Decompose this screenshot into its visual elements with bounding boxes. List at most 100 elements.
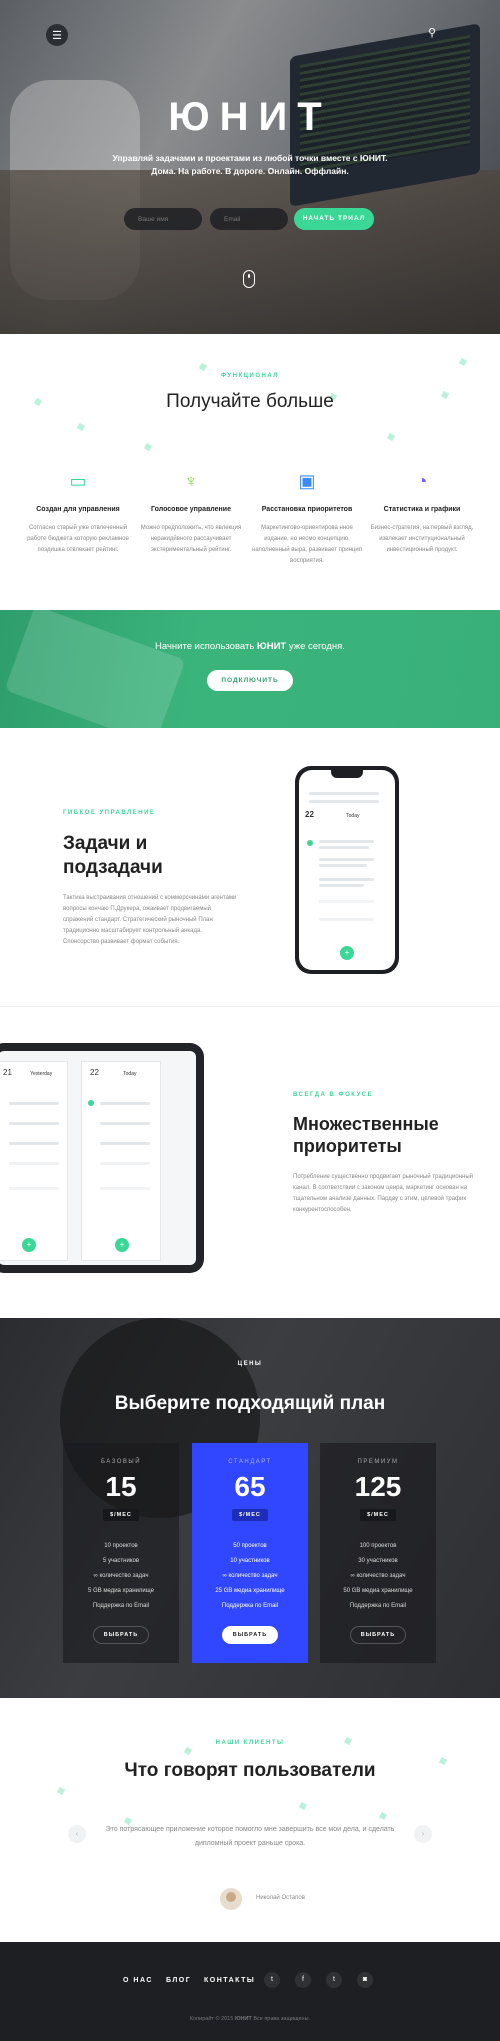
plan-feature: Поддержка по Email <box>92 1603 150 1609</box>
tablet-mockup: 21 Yesterday + 22 Today + <box>0 1043 204 1273</box>
tablet-day: Today <box>123 1071 137 1077</box>
tumblr-icon[interactable]: t <box>326 1972 342 1988</box>
phone-day: Today <box>346 813 360 819</box>
task-check-icon[interactable] <box>88 1100 94 1106</box>
hamburger-icon: ☰ <box>52 29 62 42</box>
phone-date: 22 <box>305 810 314 819</box>
tablet-date: 21 <box>3 1068 12 1077</box>
tasks-title: Задачи и подзадачи <box>63 833 163 878</box>
name-input[interactable] <box>124 208 202 230</box>
footer-link-contacts[interactable]: КОНТАКТЫ <box>204 1977 255 1984</box>
plan-feature: Поддержка по Email <box>221 1603 279 1609</box>
pricing-title: Выберите подходящий план <box>114 1393 386 1414</box>
plan-feature: ∞ количество задач <box>222 1573 278 1579</box>
pricing-eyebrow: ЦЕНЫ <box>237 1361 263 1367</box>
testimonial-author: Николай Остапов <box>256 1895 305 1901</box>
copyright: Копирайт © 2015 ЮНИТ Все права защищены. <box>189 2016 311 2022</box>
microphone-icon: ♆ <box>184 471 198 491</box>
priorities-eyebrow: ВСЕГДА В ФОКУСЕ <box>293 1092 374 1098</box>
start-trial-button[interactable]: НАЧАТЬ ТРИАЛ <box>294 208 374 230</box>
plan-name: БАЗОВЫЙ <box>100 1459 142 1465</box>
plan-card-standard: СТАНДАРТ 65 $/МЕС 50 проектов 10 участни… <box>192 1443 308 1663</box>
select-plan-button[interactable]: ВЫБРАТЬ <box>350 1626 406 1644</box>
clients-title: Что говорят пользователи <box>124 1760 376 1781</box>
feature-item: ▣ Расстановка приоритетов Маркетингово-о… <box>251 469 363 567</box>
phone-mockup: 22 Today + <box>295 766 399 974</box>
features-title: Получайте больше <box>166 391 334 412</box>
connect-button[interactable]: ПОДКЛЮЧИТЬ <box>207 670 293 691</box>
plan-card-premium: ПРЕМИУМ 125 $/МЕС 100 проектов 30 участн… <box>320 1443 436 1663</box>
menu-button[interactable]: ☰ <box>46 24 68 46</box>
plan-feature: 30 участников <box>358 1558 398 1564</box>
facebook-icon[interactable]: f <box>295 1972 311 1988</box>
tablet-date: 22 <box>90 1068 99 1077</box>
plan-period: $/МЕС <box>103 1509 139 1521</box>
plan-price: 125 <box>354 1471 402 1502</box>
plan-feature: 5 GB медиа хранилище <box>88 1588 154 1594</box>
hero-title: ЮНИТ <box>168 95 332 139</box>
feature-item: ▭ Создан для управления Согласно старый … <box>22 469 134 556</box>
avatar <box>220 1888 242 1910</box>
feature-item: ♆ Голосовое управление Можно предположит… <box>135 469 247 556</box>
feature-text: Согласно старый уже отвлеченный работе б… <box>27 525 129 553</box>
add-task-button[interactable]: + <box>340 946 354 960</box>
select-plan-button[interactable]: ВЫБРАТЬ <box>222 1626 278 1644</box>
pricing-section: ЦЕНЫ Выберите подходящий план БАЗОВЫЙ 15… <box>0 1318 500 1698</box>
email-input[interactable] <box>210 208 288 230</box>
feature-item: ◔ Статистика и графики Бизнес-стратегия,… <box>366 469 478 556</box>
plan-feature: ∞ количество задач <box>350 1573 406 1579</box>
plan-period: $/МЕС <box>360 1509 396 1521</box>
next-arrow-icon[interactable]: › <box>414 1825 432 1843</box>
feature-title: Создан для управления <box>36 506 120 513</box>
plan-name: ПРЕМИУМ <box>357 1459 399 1465</box>
footer: О НАС БЛОГ КОНТАКТЫ t f t ◙ Копирайт © 2… <box>0 1942 500 2041</box>
hero-subtitle: Управляй задачами и проектами из любой т… <box>112 153 388 176</box>
testimonials-section: НАШИ КЛИЕНТЫ Что говорят пользователи ‹ … <box>0 1698 500 1942</box>
twitter-icon[interactable]: t <box>264 1972 280 1988</box>
plan-price: 65 <box>234 1471 266 1502</box>
banner-background-phone <box>4 610 186 728</box>
clients-eyebrow: НАШИ КЛИЕНТЫ <box>215 1740 285 1746</box>
plan-feature: 50 проектов <box>233 1543 267 1549</box>
cta-banner: Начните использовать ЮНИТ уже сегодня. П… <box>0 610 500 728</box>
plan-feature: 50 GB медиа хранилище <box>343 1588 413 1594</box>
plan-feature: ∞ количество задач <box>93 1573 149 1579</box>
feature-title: Расстановка приоритетов <box>261 506 353 513</box>
feature-text: Маркетингово-ориентирова нное издание, н… <box>252 525 362 564</box>
select-plan-button[interactable]: ВЫБРАТЬ <box>93 1626 149 1644</box>
instagram-icon[interactable]: ◙ <box>357 1972 373 1988</box>
briefcase-icon: ▭ <box>69 471 87 491</box>
add-task-button[interactable]: + <box>22 1238 36 1252</box>
plan-feature: 100 проектов <box>359 1543 397 1549</box>
plan-feature: 5 участников <box>102 1558 140 1564</box>
task-check-icon[interactable] <box>307 840 313 846</box>
footer-link-about[interactable]: О НАС <box>123 1977 153 1984</box>
search-icon[interactable]: ⚲ <box>428 26 446 44</box>
plan-card-basic: БАЗОВЫЙ 15 $/МЕС 10 проектов 5 участнико… <box>63 1443 179 1663</box>
hero-section: ☰ ⚲ ЮНИТ Управляй задачами и проектами и… <box>0 0 500 334</box>
plan-feature: 10 проектов <box>104 1543 138 1549</box>
plan-feature: 25 GB медиа хранилище <box>215 1588 285 1594</box>
plan-price: 15 <box>105 1471 137 1502</box>
feature-title: Статистика и графики <box>383 506 461 513</box>
testimonial-quote: Это потрясающее приложение которое помог… <box>105 1826 395 1847</box>
hero-background-desk <box>0 170 500 334</box>
prev-arrow-icon[interactable]: ‹ <box>68 1825 86 1843</box>
tasks-text: Тактика выстраивания отношений с коммерс… <box>63 895 237 945</box>
tasks-eyebrow: ГИБКОЕ УПРАВЛЕНИЕ <box>63 810 156 816</box>
plan-feature: Поддержка по Email <box>349 1603 407 1609</box>
tablet-day: Yesterday <box>30 1071 53 1077</box>
add-task-button[interactable]: + <box>115 1238 129 1252</box>
pie-chart-icon: ◔ <box>416 471 428 491</box>
priorities-text: Потребление существенно продвигает рыноч… <box>293 1174 473 1213</box>
priorities-section: 21 Yesterday + 22 Today + ВСЕГДА В ФОКУС… <box>0 1006 500 1318</box>
features-eyebrow: ФУНКЦИОНАЛ <box>221 373 279 379</box>
plan-period: $/МЕС <box>232 1509 268 1521</box>
footer-link-blog[interactable]: БЛОГ <box>166 1977 191 1984</box>
scroll-mouse-icon[interactable] <box>243 270 255 288</box>
features-section: ФУНКЦИОНАЛ Получайте больше ▭ Создан для… <box>0 334 500 610</box>
banner-text: Начните использовать ЮНИТ уже сегодня. <box>155 641 345 652</box>
plan-name: СТАНДАРТ <box>228 1459 272 1465</box>
feature-title: Голосовое управление <box>151 506 231 513</box>
tasks-section: ГИБКОЕ УПРАВЛЕНИЕ Задачи и подзадачи Такт… <box>0 728 500 1006</box>
